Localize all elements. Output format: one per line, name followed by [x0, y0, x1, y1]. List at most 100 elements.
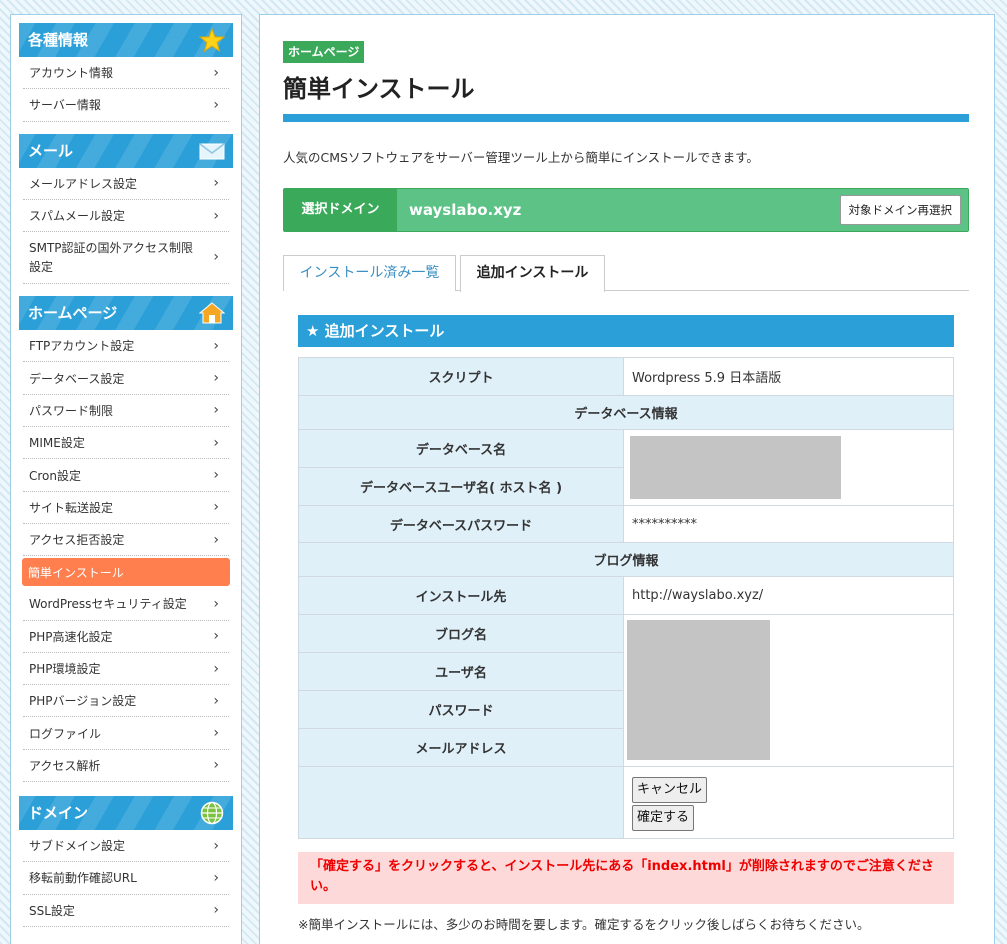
sidebar-item-php-version[interactable]: PHPバージョン設定 ›	[23, 685, 229, 718]
chevron-right-icon: ›	[213, 467, 219, 484]
sidebar-item-label: ログファイル	[29, 726, 102, 741]
chevron-right-icon: ›	[213, 96, 219, 113]
form-row: スクリプト Wordpress 5.9 日本語版	[298, 357, 954, 396]
script-select[interactable]: Wordpress 5.9 日本語版	[623, 357, 954, 396]
category-badge: ホームページ	[283, 41, 365, 63]
sidebar-item-label: PHP環境設定	[29, 662, 101, 676]
chevron-right-icon: ›	[213, 531, 219, 548]
house-icon	[199, 302, 225, 324]
sidebar-item-smtp-restriction[interactable]: SMTP認証の国外アクセス制限設定 ›	[23, 232, 229, 285]
install-form: スクリプト Wordpress 5.9 日本語版 データベース情報 データベース…	[298, 357, 954, 839]
sidebar-item-access-deny[interactable]: アクセス拒否設定 ›	[23, 524, 229, 557]
panel-header: ★ 追加インストール	[298, 315, 954, 347]
sidebar-item-server-info[interactable]: サーバー情報 ›	[23, 89, 229, 122]
chevron-right-icon: ›	[213, 207, 219, 224]
mail-icon	[199, 142, 225, 160]
form-row: ブログ名	[298, 614, 954, 767]
chevron-right-icon: ›	[213, 902, 219, 919]
cancel-button[interactable]: キャンセル	[632, 777, 708, 803]
sidebar-item-label: PHP高速化設定	[29, 629, 113, 644]
form-row: インストール先 http://wayslabo.xyz/	[298, 576, 954, 615]
blog-fields-cell	[623, 614, 954, 767]
sidebar-item-ssl[interactable]: SSL設定 ›	[23, 895, 229, 927]
redacted-blog-fields	[627, 620, 770, 760]
reselect-domain-button[interactable]: 対象ドメイン再選択	[839, 195, 961, 225]
sidebar-item-password-restriction[interactable]: パスワード制限 ›	[23, 395, 229, 428]
sidebar-section-header: 各種情報	[19, 23, 233, 57]
db-password-value: **********	[623, 505, 954, 543]
chevron-right-icon: ›	[213, 595, 219, 612]
sidebar-item-label: データベース設定	[29, 371, 125, 386]
chevron-right-icon: ›	[213, 869, 219, 886]
sidebar-item-easy-install[interactable]: 簡単インストール	[22, 558, 230, 587]
redacted-db-fields	[630, 436, 841, 499]
title-underline	[283, 114, 969, 122]
sidebar-item-database[interactable]: データベース設定 ›	[23, 362, 229, 395]
chevron-right-icon: ›	[213, 757, 219, 774]
sidebar-item-log-file[interactable]: ログファイル ›	[23, 717, 229, 750]
chevron-right-icon: ›	[213, 692, 219, 709]
sidebar-item-subdomain[interactable]: サブドメイン設定 ›	[23, 830, 229, 863]
db-password-label: データベースパスワード	[298, 505, 624, 543]
sidebar-item-label: WordPressセキュリティ設定	[29, 597, 187, 612]
sidebar-item-label: 移転前動作確認URL	[29, 871, 137, 886]
sidebar-item-label: メールアドレス設定	[29, 176, 138, 191]
sidebar-item-ftp[interactable]: FTPアカウント設定 ›	[23, 330, 229, 363]
sidebar-item-account-info[interactable]: アカウント情報 ›	[23, 57, 229, 90]
install-note: ※簡単インストールには、多少のお時間を要します。確定するをクリック後しばらくお待…	[298, 917, 870, 932]
domain-selector-bar: 選択ドメイン wayslabo.xyz 対象ドメイン再選択	[283, 188, 969, 232]
sidebar-item-label: MIME設定	[29, 436, 85, 451]
sidebar-item-php-env[interactable]: PHP環境設定 ›	[23, 653, 229, 686]
sidebar-item-spam-mail[interactable]: スパムメール設定 ›	[23, 200, 229, 233]
chevron-right-icon: ›	[213, 725, 219, 742]
install-to-label: インストール先	[298, 576, 624, 615]
sidebar-item-php-speed[interactable]: PHP高速化設定 ›	[23, 621, 229, 653]
sidebar-item-label: SSL設定	[29, 903, 75, 918]
empty-cell	[298, 766, 624, 839]
tab-add-install[interactable]: 追加インストール	[460, 255, 605, 292]
sidebar-section-header: メール	[19, 133, 233, 168]
sidebar-item-site-redirect[interactable]: サイト転送設定 ›	[23, 492, 229, 524]
sidebar-item-label: FTPアカウント設定	[29, 339, 135, 354]
db-user-label: データベースユーザ名( ホスト名 )	[298, 467, 624, 506]
chevron-right-icon: ›	[213, 499, 219, 516]
selected-domain: wayslabo.xyz	[409, 201, 522, 219]
form-row: データベース名	[298, 429, 954, 506]
sidebar-item-label: サブドメイン設定	[29, 839, 126, 854]
sidebar-item-mime[interactable]: MIME設定 ›	[23, 427, 229, 460]
blog-name-label: ブログ名	[298, 614, 624, 653]
db-section-heading: データベース情報	[298, 395, 954, 430]
sidebar-item-label: スパムメール設定	[29, 209, 126, 224]
chevron-right-icon: ›	[213, 434, 219, 451]
sidebar-item-mail-address[interactable]: メールアドレス設定 ›	[23, 168, 229, 200]
sidebar-item-access-analysis[interactable]: アクセス解析 ›	[23, 750, 229, 783]
sidebar-section-info: 各種情報 アカウント情報 › サーバー情報 ›	[19, 23, 233, 122]
section-title: ドメイン	[28, 804, 89, 823]
script-label: スクリプト	[298, 357, 624, 396]
sidebar-item-pre-migration-url[interactable]: 移転前動作確認URL ›	[23, 862, 229, 895]
sidebar-item-label: PHPバージョン設定	[29, 694, 137, 709]
sidebar-item-label: SMTP認証の国外アクセス制限設定	[29, 240, 193, 274]
install-to-value[interactable]: http://wayslabo.xyz/	[623, 576, 954, 615]
sidebar-item-wp-security[interactable]: WordPressセキュリティ設定 ›	[23, 588, 229, 621]
blog-section-heading: ブログ情報	[298, 542, 954, 577]
chevron-right-icon: ›	[213, 175, 219, 192]
confirm-button[interactable]: 確定する	[632, 805, 695, 831]
star-icon: ★	[306, 322, 325, 340]
sidebar-item-label: サーバー情報	[29, 98, 101, 113]
sidebar-item-label: パスワード制限	[29, 403, 114, 418]
sidebar-item-cron[interactable]: Cron設定 ›	[23, 459, 229, 492]
sidebar-section-homepage: ホームページ FTPアカウント設定 › データベース設定 › パスワード制限 › MI…	[19, 296, 233, 783]
section-title: メール	[28, 141, 74, 160]
sidebar-item-label: アクセス解析	[29, 758, 101, 773]
chevron-right-icon: ›	[213, 337, 219, 354]
sidebar-section-mail: メール メールアドレス設定 › スパムメール設定 › SMTP認証の国外アクセス制限…	[19, 133, 233, 285]
star-icon	[199, 28, 225, 52]
form-row: ブログ情報	[298, 542, 954, 577]
panel-title: 追加インストール	[324, 322, 445, 340]
sidebar-item-label: サイト転送設定	[29, 500, 114, 515]
tab-installed-list[interactable]: インストール済み一覧	[283, 255, 456, 291]
sidebar-section-header: ドメイン	[19, 796, 233, 831]
db-fields-cell	[623, 429, 954, 506]
sidebar: 各種情報 アカウント情報 › サーバー情報 › メール メールアドレス設定 › スパム…	[10, 14, 242, 944]
